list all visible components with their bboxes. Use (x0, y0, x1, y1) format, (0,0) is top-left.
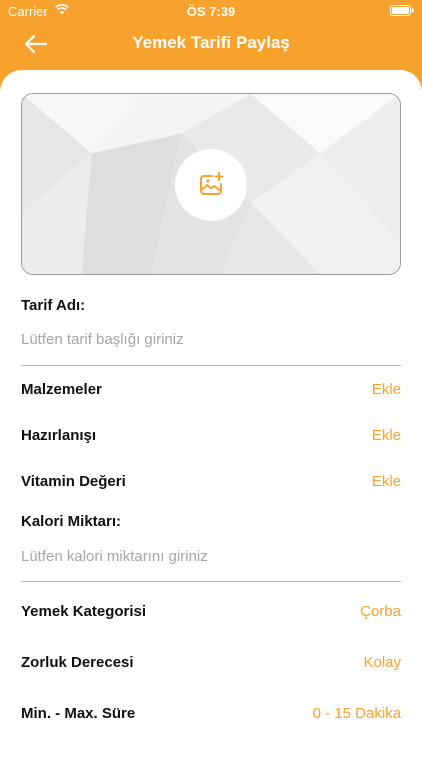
ingredients-label: Malzemeler (21, 381, 102, 398)
category-value[interactable]: Çorba (360, 603, 401, 620)
add-photo-button[interactable] (175, 149, 247, 221)
status-bar: Carrier ÖS 7:39 (0, 0, 422, 22)
image-picker[interactable] (21, 93, 401, 275)
divider (21, 365, 401, 366)
duration-row[interactable]: Min. - Max. Süre 0 - 15 Dakika (21, 699, 401, 729)
duration-label: Min. - Max. Süre (21, 705, 136, 722)
calories-label: Kalori Miktarı: (21, 513, 122, 530)
difficulty-value[interactable]: Kolay (363, 654, 401, 671)
category-label: Yemek Kategorisi (21, 603, 147, 620)
vitamins-label: Vitamin Değeri (21, 473, 126, 490)
recipe-name-input[interactable] (21, 326, 401, 352)
form-container: Tarif Adı: Malzemeler Ekle Hazırlanışı E… (0, 70, 422, 760)
status-time: ÖS 7:39 (186, 4, 236, 19)
duration-value[interactable]: 0 - 15 Dakika (313, 705, 401, 722)
add-photo-icon (200, 172, 224, 195)
recipe-name-label: Tarif Adı: (21, 297, 86, 314)
vitamins-row[interactable]: Vitamin Değeri Ekle (21, 467, 401, 497)
difficulty-label: Zorluk Derecesi (21, 654, 134, 671)
ingredients-add-button[interactable]: Ekle (372, 381, 401, 398)
divider (21, 581, 401, 582)
difficulty-row[interactable]: Zorluk Derecesi Kolay (21, 648, 401, 678)
category-row[interactable]: Yemek Kategorisi Çorba (21, 597, 401, 627)
calories-input[interactable] (21, 543, 401, 569)
preparation-add-button[interactable]: Ekle (372, 427, 401, 444)
preparation-row[interactable]: Hazırlanışı Ekle (21, 421, 401, 451)
navigation-bar: Yemek Tarifi Paylaş (0, 22, 422, 66)
vitamins-add-button[interactable]: Ekle (372, 473, 401, 490)
ingredients-row[interactable]: Malzemeler Ekle (21, 375, 401, 405)
page-title: Yemek Tarifi Paylaş (132, 33, 290, 52)
battery-icon (390, 5, 414, 16)
preparation-label: Hazırlanışı (21, 427, 97, 444)
